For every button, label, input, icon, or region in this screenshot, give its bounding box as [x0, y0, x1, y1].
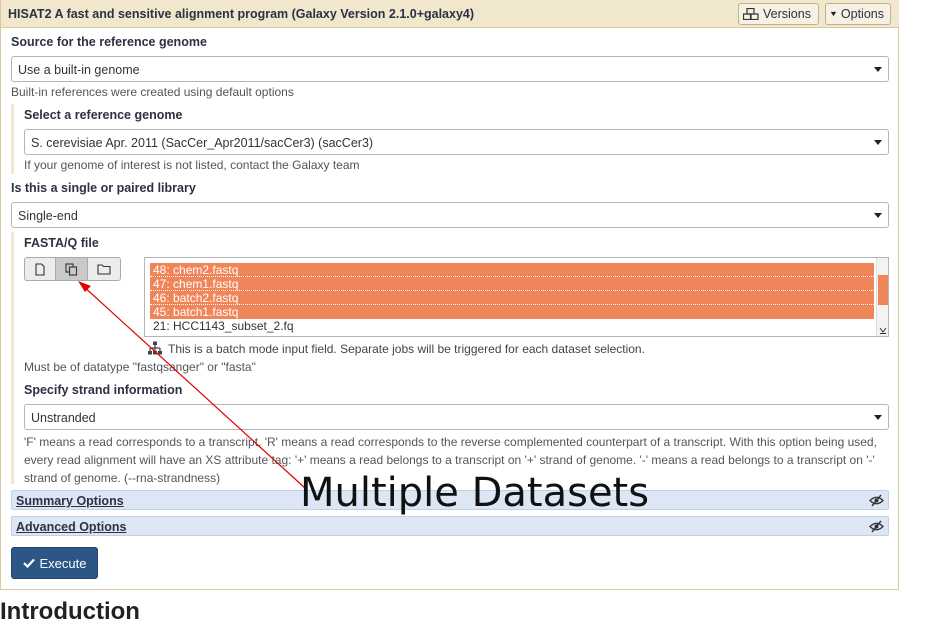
advanced-options-section[interactable]: Advanced Options: [11, 516, 889, 536]
dataset-collection-button[interactable]: [87, 258, 120, 280]
list-item[interactable]: 46: batch2.fastq: [150, 291, 874, 305]
sitemap-icon: [148, 341, 162, 355]
dataset-mode-buttons: [24, 257, 121, 281]
chevron-down-icon: [874, 415, 882, 420]
eye-slash-icon[interactable]: [869, 520, 884, 533]
source-select[interactable]: Use a built-in genome: [11, 56, 889, 82]
list-item[interactable]: 48: chem2.fastq: [150, 263, 874, 277]
execute-button[interactable]: Execute: [11, 547, 98, 579]
summary-options-title: Summary Options: [16, 494, 124, 508]
eye-slash-icon[interactable]: [869, 494, 884, 507]
options-button[interactable]: Options: [825, 3, 891, 25]
scrollbar-thumb[interactable]: [878, 275, 888, 305]
reference-label: Select a reference genome: [24, 108, 183, 122]
advanced-options-title: Advanced Options: [16, 520, 127, 534]
source-help: Built-in references were created using d…: [11, 85, 294, 99]
strand-select[interactable]: Unstranded: [24, 404, 889, 430]
annotation-label: Multiple Datasets: [300, 470, 650, 516]
option-label: 47: chem1.fastq: [153, 277, 239, 291]
execute-label: Execute: [39, 555, 87, 571]
check-icon: [22, 558, 35, 568]
source-label: Source for the reference genome: [11, 35, 207, 49]
listbox-scrollbar[interactable]: [876, 258, 888, 336]
tool-title: HISAT2 A fast and sensitive alignment pr…: [8, 7, 475, 21]
dataset-multiselect[interactable]: 48: chem2.fastq 47: chem1.fastq 46: batc…: [144, 257, 889, 337]
tool-header: HISAT2 A fast and sensitive alignment pr…: [1, 0, 899, 28]
files-icon: [65, 262, 78, 276]
folder-icon: [97, 264, 111, 275]
strand-value: Unstranded: [31, 411, 96, 425]
fastaq-help: Must be of datatype "fastqsanger" or "fa…: [24, 360, 256, 374]
caret-down-icon: [830, 11, 837, 17]
options-label: Options: [840, 7, 884, 21]
option-label: 45: batch1.fastq: [153, 305, 239, 319]
chevron-down-icon: [874, 67, 882, 72]
single-dataset-button[interactable]: [25, 258, 57, 280]
option-label: 46: batch2.fastq: [153, 291, 239, 305]
list-item[interactable]: 21: HCC1143_subset_2.fq: [150, 319, 874, 333]
chevron-down-icon: [874, 213, 882, 218]
introduction-heading: Introduction: [0, 598, 140, 625]
source-value: Use a built-in genome: [18, 63, 140, 77]
fastaq-label: FASTA/Q file: [24, 236, 99, 250]
cubes-icon: [743, 8, 759, 20]
list-item[interactable]: 47: chem1.fastq: [150, 277, 874, 291]
resize-handle-icon[interactable]: [879, 326, 887, 334]
library-label: Is this a single or paired library: [11, 181, 196, 195]
versions-label: Versions: [763, 7, 811, 21]
option-label: 48: chem2.fastq: [153, 263, 239, 277]
batch-mode-note: This is a batch mode input field. Separa…: [168, 342, 645, 356]
versions-button[interactable]: Versions: [738, 3, 819, 25]
option-label: 21: HCC1143_subset_2.fq: [153, 319, 294, 333]
section-indent-bar: [11, 232, 14, 484]
library-value: Single-end: [18, 209, 78, 223]
library-select[interactable]: Single-end: [11, 202, 889, 228]
reference-select[interactable]: S. cerevisiae Apr. 2011 (SacCer_Apr2011/…: [24, 129, 889, 155]
chevron-down-icon: [874, 140, 882, 145]
section-indent-bar: [11, 104, 14, 174]
list-item[interactable]: 45: batch1.fastq: [150, 305, 874, 319]
reference-help: If your genome of interest is not listed…: [24, 158, 360, 172]
reference-value: S. cerevisiae Apr. 2011 (SacCer_Apr2011/…: [31, 136, 374, 150]
strand-label: Specify strand information: [24, 383, 183, 397]
multiple-datasets-button[interactable]: [56, 258, 88, 280]
file-icon: [35, 262, 45, 276]
